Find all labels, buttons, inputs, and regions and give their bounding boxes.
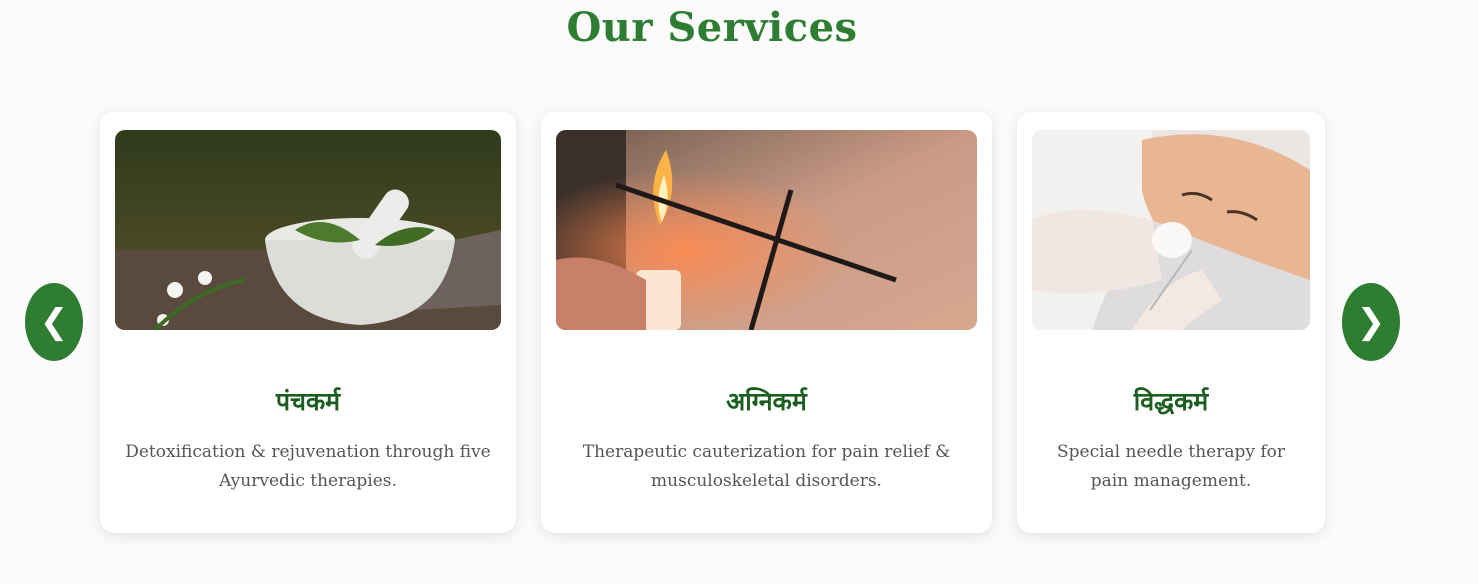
service-title: अग्निकर्म xyxy=(726,387,807,416)
service-description: Special needle therapy for pain manageme… xyxy=(1056,442,1286,491)
service-title: विद्धकर्म xyxy=(1133,387,1209,416)
service-description: Detoxification & rejuvenation through fi… xyxy=(125,442,491,491)
service-image-viddhakarma xyxy=(1032,130,1310,330)
chevron-left-icon: ❮ xyxy=(39,302,69,342)
service-card-panchakarma[interactable]: पंचकर्म Detoxification & rejuvenation th… xyxy=(100,112,516,533)
carousel-next-button[interactable]: ❯ xyxy=(1342,283,1400,361)
carousel-prev-button[interactable]: ❮ xyxy=(25,283,83,361)
service-image-agnikarma xyxy=(556,130,977,330)
services-section: Our Services ❮ पंचकर्म Detoxification & … xyxy=(0,0,1478,584)
chevron-right-icon: ❯ xyxy=(1356,302,1386,342)
service-card-viddhakarma[interactable]: विद्धकर्म Special needle therapy for pai… xyxy=(1017,112,1325,533)
service-card-agnikarma[interactable]: अग्निकर्म Therapeutic cauterization for … xyxy=(541,112,992,533)
service-description: Therapeutic cauterization for pain relie… xyxy=(582,442,951,491)
service-title: पंचकर्म xyxy=(275,387,341,416)
section-title: Our Services xyxy=(566,4,858,51)
service-image-panchakarma xyxy=(115,130,501,330)
